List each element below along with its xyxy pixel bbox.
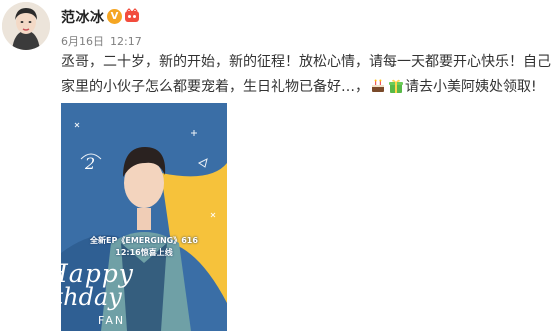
svg-text:2: 2 <box>84 154 95 173</box>
post-meta: 6月16日 12:17 <box>61 33 148 49</box>
post-text: 丞哥，二十岁，新的开始，新的征程！放松心情，请每一天都要开心快乐！自己家里的小伙… <box>61 50 553 100</box>
avatar[interactable] <box>2 2 50 50</box>
post-time: 12:17 <box>110 35 142 48</box>
verified-badge-icon: V <box>107 9 122 24</box>
cake-emoji-icon <box>372 79 384 92</box>
post-date[interactable]: 6月16日 <box>61 35 104 48</box>
poster-fan: FAN <box>98 314 126 327</box>
gift-emoji-icon <box>389 79 403 93</box>
member-badge-icon <box>125 8 139 22</box>
avatar-image <box>2 2 50 50</box>
poster-time-line: 12:16惊喜上线 <box>115 248 173 257</box>
poster-birthday: birthday <box>19 283 122 311</box>
username[interactable]: 范冰冰 <box>61 7 105 27</box>
poster-release-line: 全新EP《EMERGING》616 <box>90 236 198 245</box>
post-text-tail: 请去小美阿姨处领取! <box>405 79 537 95</box>
